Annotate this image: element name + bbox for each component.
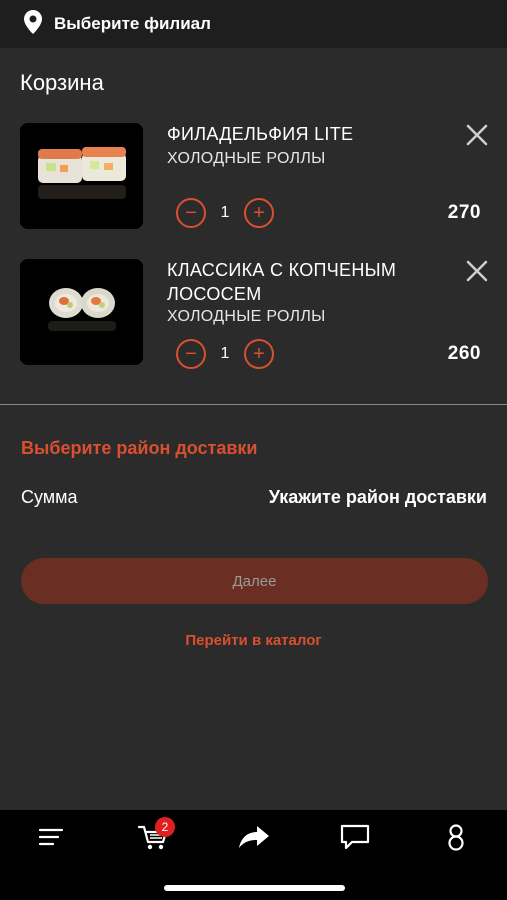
product-image	[20, 259, 143, 365]
profile-icon	[448, 824, 464, 851]
branch-selector[interactable]: Выберите филиал	[24, 9, 211, 39]
tab-share[interactable]	[234, 822, 274, 852]
next-button[interactable]: Далее	[21, 558, 488, 604]
decrease-button[interactable]: −	[176, 198, 206, 228]
quantity-value: 1	[220, 345, 230, 362]
close-icon	[466, 260, 488, 282]
tab-menu[interactable]	[31, 822, 71, 852]
home-indicator	[164, 885, 345, 891]
increase-button[interactable]: +	[244, 339, 274, 369]
product-price: 260	[447, 343, 481, 364]
quantity-value: 1	[220, 204, 230, 221]
section-divider	[0, 404, 507, 405]
increase-button[interactable]: +	[244, 198, 274, 228]
tab-chat[interactable]	[335, 822, 375, 852]
sum-value: Укажите район доставки	[268, 487, 487, 507]
page-title: Корзина	[20, 70, 104, 95]
decrease-button[interactable]: −	[176, 339, 206, 369]
product-category: ХОЛОДНЫЕ РОЛЛЫ	[167, 308, 326, 325]
product-category: ХОЛОДНЫЕ РОЛЛЫ	[167, 150, 326, 167]
share-icon	[239, 826, 269, 848]
go-to-catalog-link[interactable]: Перейти в каталог	[0, 632, 507, 649]
chat-icon	[340, 824, 370, 850]
branch-label: Выберите филиал	[54, 14, 211, 33]
product-name: КЛАССИКА С КОПЧЕНЫМ ЛОСОСЕМ	[167, 260, 397, 304]
remove-item-button[interactable]	[464, 258, 490, 284]
close-icon	[466, 124, 488, 146]
quantity-stepper: − 1 +	[176, 198, 274, 228]
tab-cart[interactable]: 2	[133, 817, 175, 852]
top-bar: Выберите филиал	[0, 0, 507, 48]
remove-item-button[interactable]	[464, 122, 490, 148]
product-price: 270	[447, 202, 481, 223]
sum-label: Сумма	[21, 487, 78, 507]
tab-profile[interactable]	[436, 822, 476, 852]
product-image	[20, 123, 143, 229]
quantity-stepper: − 1 +	[176, 339, 274, 369]
menu-icon	[38, 828, 64, 846]
cart-count-badge: 2	[155, 817, 175, 837]
select-district-link[interactable]: Выберите район доставки	[21, 438, 258, 459]
location-pin-icon	[24, 9, 42, 39]
product-name: ФИЛАДЕЛЬФИЯ LITE	[167, 124, 354, 144]
